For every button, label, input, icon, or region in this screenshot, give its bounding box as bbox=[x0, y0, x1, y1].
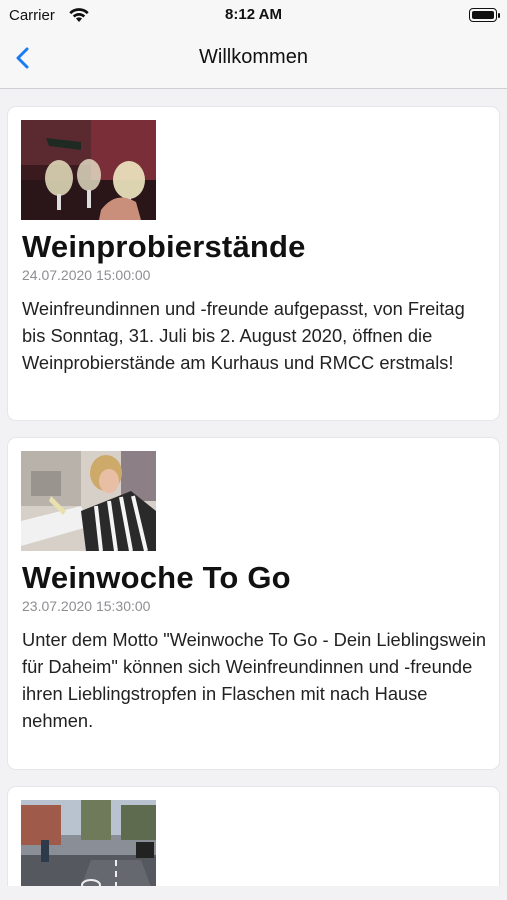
street-scene-image bbox=[21, 800, 156, 900]
home-indicator-area bbox=[0, 886, 507, 900]
status-bar: Carrier 8:12 AM bbox=[0, 0, 507, 32]
wine-glasses-image bbox=[21, 120, 156, 220]
wine-woman-image bbox=[21, 451, 156, 551]
article-title: Weinwoche To Go bbox=[22, 560, 291, 595]
nav-title: Willkommen bbox=[199, 46, 308, 68]
article-date: 23.07.2020 15:30:00 bbox=[22, 598, 151, 614]
news-card[interactable]: Weinprobierstände 24.07.2020 15:00:00 We… bbox=[8, 107, 499, 420]
article-title: Weinprobierstände bbox=[22, 229, 306, 264]
navigation-bar: Willkommen bbox=[0, 32, 507, 89]
article-text: Weinfreundinnen und -freunde aufgepasst,… bbox=[22, 298, 465, 373]
article-date: 24.07.2020 15:00:00 bbox=[22, 267, 151, 283]
battery-icon bbox=[469, 8, 500, 22]
news-card[interactable] bbox=[8, 787, 499, 900]
news-card[interactable]: Weinwoche To Go 23.07.2020 15:30:00 Unte… bbox=[8, 438, 499, 769]
article-text: Unter dem Motto "Weinwoche To Go - Dein … bbox=[22, 629, 487, 731]
status-time: 8:12 AM bbox=[225, 6, 282, 23]
news-feed[interactable]: Weinprobierstände 24.07.2020 15:00:00 We… bbox=[0, 89, 507, 900]
